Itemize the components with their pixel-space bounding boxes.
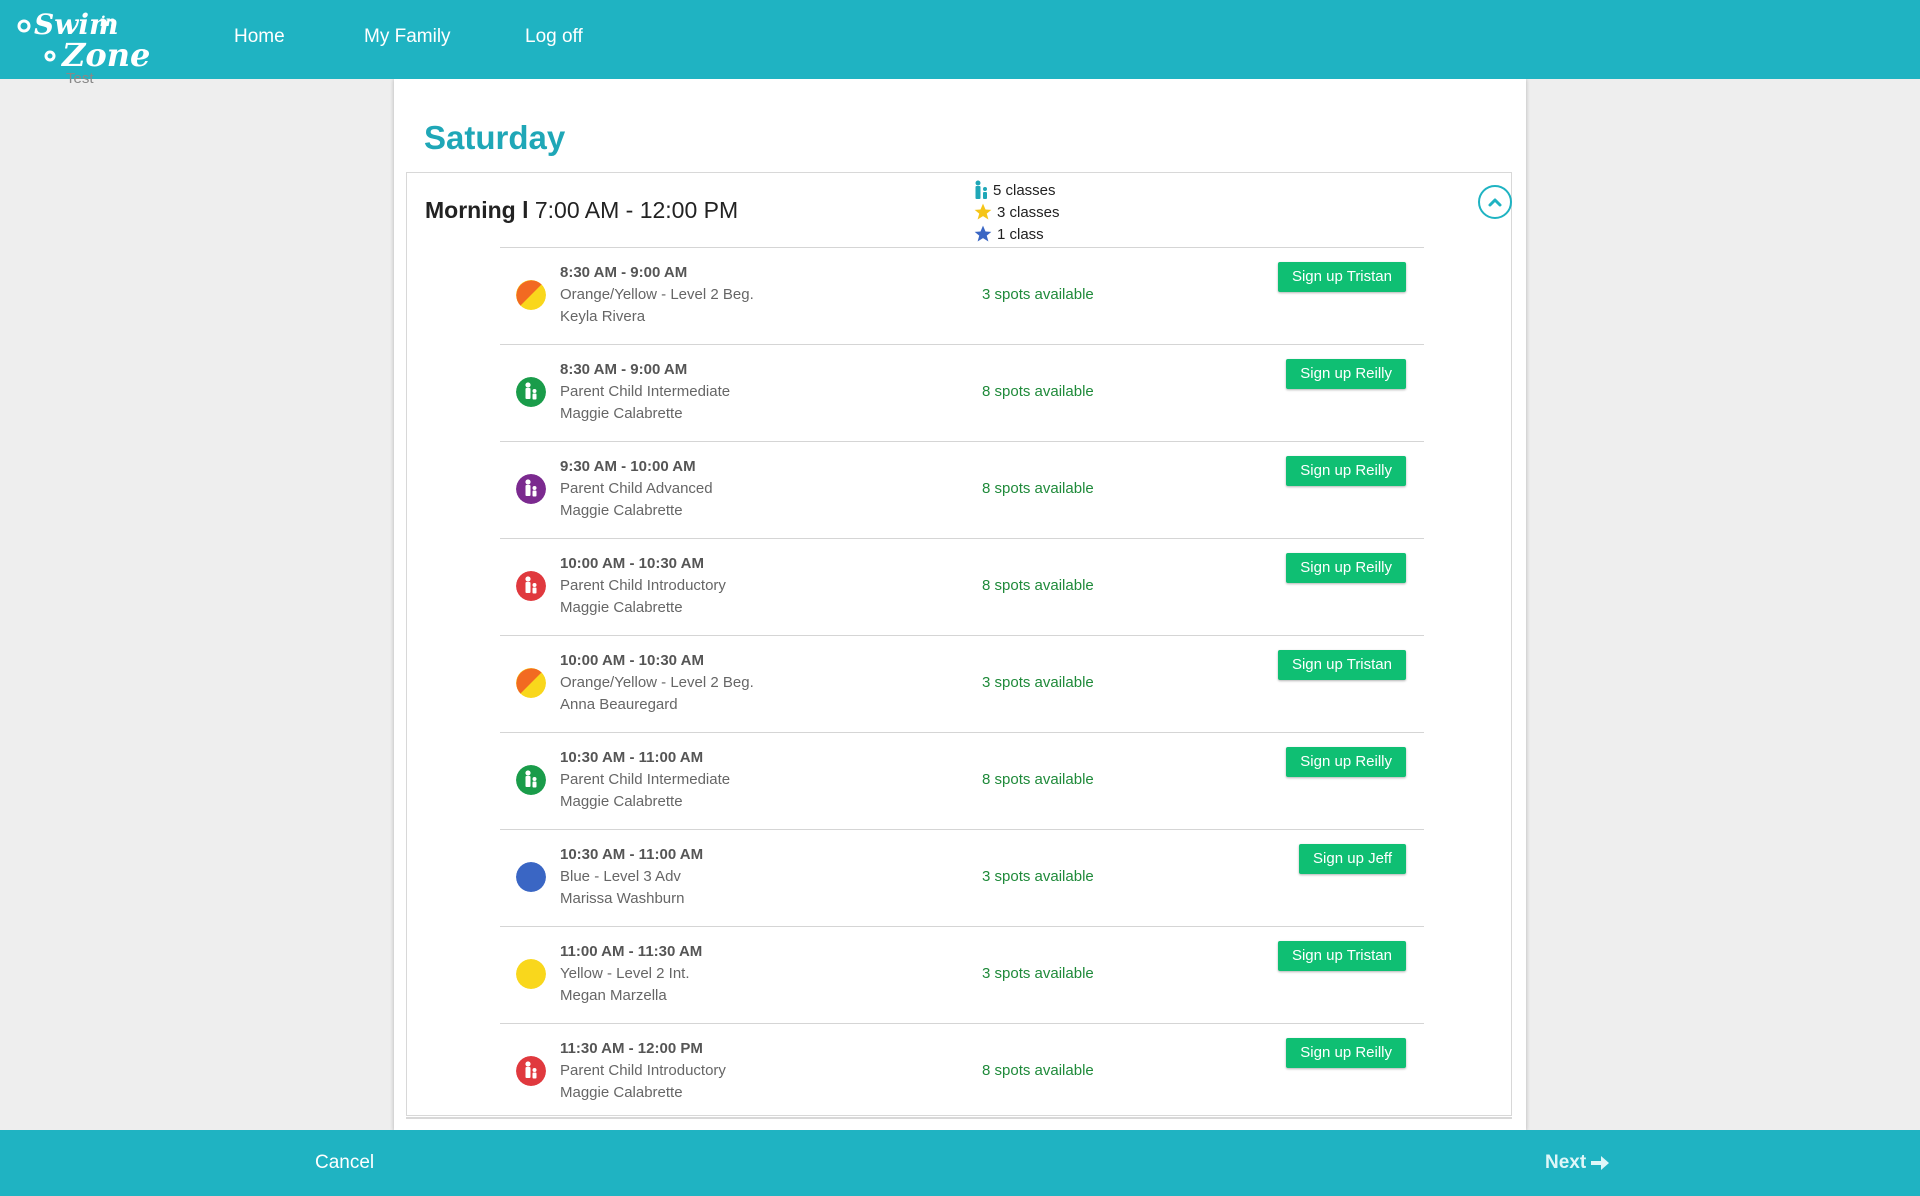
class-instructor: Maggie Calabrette	[560, 502, 683, 519]
sign-up-button[interactable]: Sign up Reilly	[1286, 456, 1406, 486]
next-label: Next	[1545, 1152, 1587, 1173]
class-row: 10:30 AM - 11:00 AM Blue - Level 3 Adv M…	[500, 829, 1424, 926]
top-navbar: Swim in Zone Home My Family Log off	[0, 0, 1920, 79]
class-row: 8:30 AM - 9:00 AM Orange/Yellow - Level …	[500, 247, 1424, 344]
session-summary: 5 classes 3 classes 1 class	[973, 179, 1060, 245]
class-instructor: Maggie Calabrette	[560, 793, 683, 810]
class-name: Orange/Yellow - Level 2 Beg.	[560, 674, 754, 691]
sign-up-button[interactable]: Sign up Reilly	[1286, 359, 1406, 389]
sign-up-button[interactable]: Sign up Tristan	[1277, 650, 1406, 680]
class-list: 8:30 AM - 9:00 AM Orange/Yellow - Level …	[500, 247, 1424, 1120]
session-morning: Morning l 7:00 AM - 12:00 PM 5 classes 3…	[406, 172, 1512, 1116]
class-time: 10:00 AM - 10:30 AM	[560, 652, 704, 669]
parent-child-green-icon	[516, 765, 546, 795]
day-title: Saturday	[424, 119, 566, 156]
class-name: Parent Child Introductory	[560, 577, 726, 594]
parent-child-purple-icon	[516, 474, 546, 504]
orange-yellow-level-icon	[516, 668, 546, 698]
class-instructor: Marissa Washburn	[560, 890, 685, 907]
class-instructor: Maggie Calabrette	[560, 599, 683, 616]
class-row: 11:30 AM - 12:00 PM Parent Child Introdu…	[500, 1023, 1424, 1120]
blue-level-icon	[516, 862, 546, 892]
class-spots: 3 spots available	[982, 868, 1094, 885]
class-time: 10:30 AM - 11:00 AM	[560, 846, 704, 863]
star-icon	[974, 203, 992, 220]
class-row: 10:00 AM - 10:30 AM Parent Child Introdu…	[500, 538, 1424, 635]
class-time: 9:30 AM - 10:00 AM	[560, 458, 696, 475]
class-instructor: Maggie Calabrette	[560, 1084, 683, 1101]
session-period: Morning l	[425, 197, 529, 223]
sign-up-button[interactable]: Sign up Tristan	[1277, 941, 1406, 971]
schedule-card: Saturday Morning l 7:00 AM - 12:00 PM 5 …	[394, 79, 1526, 1131]
nav-log-off[interactable]: Log off	[525, 26, 583, 48]
sign-up-button[interactable]: Sign up Tristan	[1277, 262, 1406, 292]
cancel-button[interactable]: Cancel	[315, 1152, 374, 1174]
yellow-level-icon	[516, 959, 546, 989]
logo-subtext: Test	[66, 70, 94, 87]
class-instructor: Maggie Calabrette	[560, 405, 683, 422]
class-name: Parent Child Introductory	[560, 1062, 726, 1079]
swim-in-zone-logo[interactable]: Swim in Zone	[16, 4, 150, 76]
class-time: 11:30 AM - 12:00 PM	[560, 1040, 703, 1057]
class-time: 10:30 AM - 11:00 AM	[560, 749, 704, 766]
sign-up-button[interactable]: Sign up Reilly	[1286, 553, 1406, 583]
collapse-session-button[interactable]	[1478, 185, 1512, 219]
class-time: 8:30 AM - 9:00 AM	[560, 361, 688, 378]
class-name: Blue - Level 3 Adv	[560, 868, 681, 885]
class-spots: 8 spots available	[982, 771, 1094, 788]
summary-item: 5 classes	[973, 179, 1060, 201]
parent-child-green-icon	[516, 377, 546, 407]
class-time: 8:30 AM - 9:00 AM	[560, 264, 688, 281]
class-name: Yellow - Level 2 Int.	[560, 965, 690, 982]
class-instructor: Anna Beauregard	[560, 696, 678, 713]
summary-item: 1 class	[973, 223, 1060, 245]
class-row: 8:30 AM - 9:00 AM Parent Child Intermedi…	[500, 344, 1424, 441]
summary-text: 5 classes	[993, 181, 1056, 199]
svg-text:Zone: Zone	[60, 36, 150, 74]
class-instructor: Keyla Rivera	[560, 308, 646, 325]
summary-text: 1 class	[997, 225, 1044, 243]
class-spots: 8 spots available	[982, 383, 1094, 400]
svg-text:in: in	[100, 14, 116, 30]
orange-yellow-level-icon	[516, 280, 546, 310]
arrow-right-icon	[1591, 1156, 1610, 1170]
class-time: 11:00 AM - 11:30 AM	[560, 943, 703, 960]
class-row: 10:30 AM - 11:00 AM Parent Child Interme…	[500, 732, 1424, 829]
session-time-range: 7:00 AM - 12:00 PM	[534, 197, 739, 223]
class-spots: 8 spots available	[982, 577, 1094, 594]
nav-my-family[interactable]: My Family	[364, 26, 451, 48]
class-spots: 8 spots available	[982, 480, 1094, 497]
class-name: Parent Child Advanced	[560, 480, 713, 497]
class-spots: 8 spots available	[982, 1062, 1094, 1079]
nav-home[interactable]: Home	[234, 26, 285, 48]
bottom-action-bar: Cancel Next	[0, 1130, 1920, 1196]
class-row: 9:30 AM - 10:00 AM Parent Child Advanced…	[500, 441, 1424, 538]
class-name: Orange/Yellow - Level 2 Beg.	[560, 286, 754, 303]
parent-child-red-icon	[516, 571, 546, 601]
summary-text: 3 classes	[997, 203, 1060, 221]
class-instructor: Megan Marzella	[560, 987, 667, 1004]
class-spots: 3 spots available	[982, 286, 1094, 303]
class-spots: 3 spots available	[982, 674, 1094, 691]
class-spots: 3 spots available	[982, 965, 1094, 982]
class-time: 10:00 AM - 10:30 AM	[560, 555, 704, 572]
class-name: Parent Child Intermediate	[560, 771, 731, 788]
summary-item: 3 classes	[973, 201, 1060, 223]
session-title: Morning l 7:00 AM - 12:00 PM	[425, 197, 738, 224]
next-button[interactable]: Next	[1545, 1152, 1610, 1174]
chevron-up-icon	[1488, 198, 1502, 207]
star-icon	[974, 225, 992, 242]
class-name: Parent Child Intermediate	[560, 383, 731, 400]
sign-up-button[interactable]: Sign up Reilly	[1286, 747, 1406, 777]
sign-up-button[interactable]: Sign up Reilly	[1286, 1038, 1406, 1068]
parent-child-icon	[975, 180, 987, 199]
sign-up-button[interactable]: Sign up Jeff	[1299, 844, 1406, 874]
class-row: 10:00 AM - 10:30 AM Orange/Yellow - Leve…	[500, 635, 1424, 732]
class-row: 11:00 AM - 11:30 AM Yellow - Level 2 Int…	[500, 926, 1424, 1023]
parent-child-red-icon	[516, 1056, 546, 1086]
